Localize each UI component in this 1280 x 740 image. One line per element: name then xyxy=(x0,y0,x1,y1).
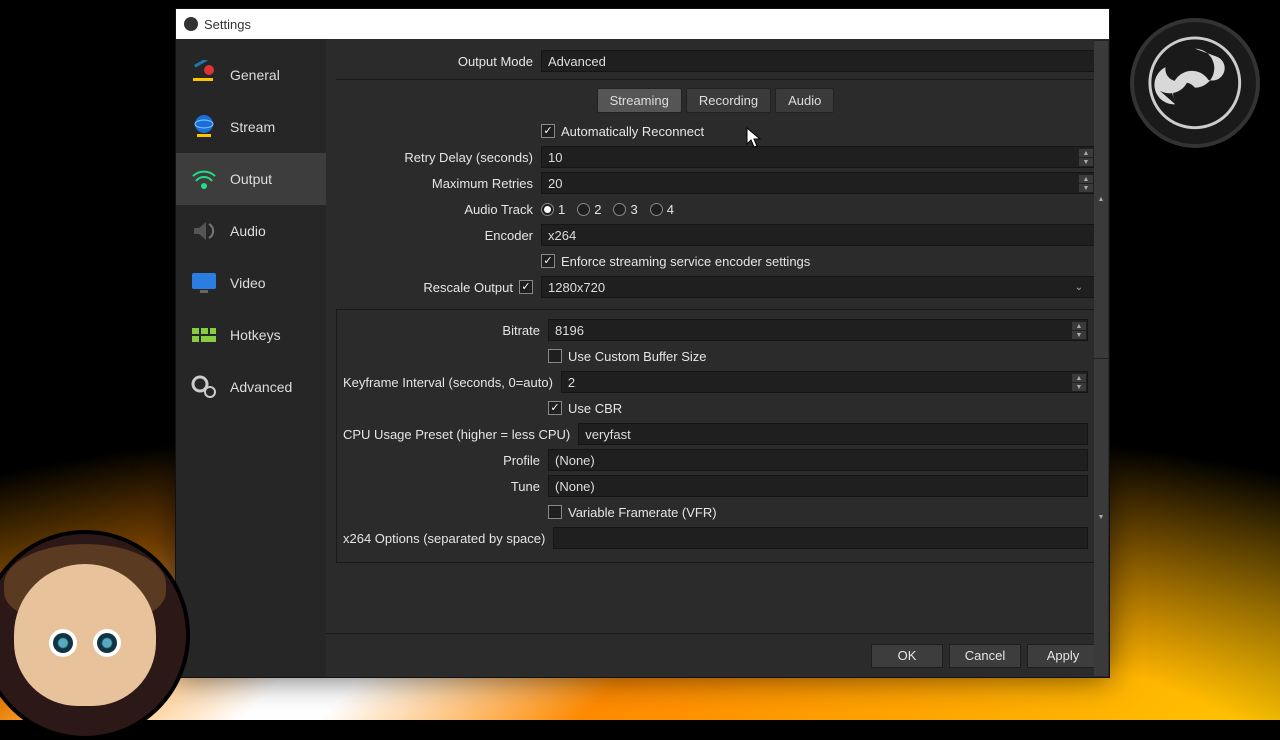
rescale-dropdown[interactable]: 1280x720⌄ xyxy=(541,276,1095,298)
encoder-label: Encoder xyxy=(336,228,541,243)
sidebar-item-label: Advanced xyxy=(230,379,292,395)
custom-buffer-checkbox[interactable] xyxy=(548,349,562,363)
audio-track-2[interactable]: 2 xyxy=(577,202,601,217)
audio-track-4[interactable]: 4 xyxy=(650,202,674,217)
sidebar-item-video[interactable]: Video xyxy=(176,257,326,309)
audio-icon xyxy=(188,215,220,247)
rescale-label: Rescale Output xyxy=(423,280,513,295)
content-pane: Output Mode Advanced Streaming Recording… xyxy=(326,39,1109,677)
x264-opts-input[interactable] xyxy=(553,527,1088,549)
vfr-label: Variable Framerate (VFR) xyxy=(568,505,717,520)
sidebar-item-label: Hotkeys xyxy=(230,327,281,343)
keyframe-label: Keyframe Interval (seconds, 0=auto) xyxy=(343,375,561,390)
retry-delay-input[interactable]: 10▲▼ xyxy=(541,146,1095,168)
sidebar-item-label: Video xyxy=(230,275,266,291)
max-retries-input[interactable]: 20▲▼ xyxy=(541,172,1095,194)
x264-opts-label: x264 Options (separated by space) xyxy=(343,531,553,546)
video-icon xyxy=(188,267,220,299)
profile-label: Profile xyxy=(343,453,548,468)
ok-button[interactable]: OK xyxy=(871,644,943,668)
rescale-checkbox[interactable] xyxy=(519,280,533,294)
vfr-checkbox[interactable] xyxy=(548,505,562,519)
titlebar: Settings xyxy=(176,9,1109,39)
app-icon xyxy=(184,17,198,31)
sidebar-item-label: Stream xyxy=(230,119,275,135)
tab-streaming[interactable]: Streaming xyxy=(597,88,682,113)
apply-button[interactable]: Apply xyxy=(1027,644,1099,668)
sidebar-item-label: General xyxy=(230,67,280,83)
audio-track-label: Audio Track xyxy=(336,202,541,217)
tab-recording[interactable]: Recording xyxy=(686,88,771,113)
output-icon xyxy=(188,163,220,195)
custom-buffer-label: Use Custom Buffer Size xyxy=(568,349,706,364)
bitrate-input[interactable]: 8196▲▼ xyxy=(548,319,1088,341)
encoder-dropdown[interactable]: x264▲▼ xyxy=(541,224,1095,246)
enforce-checkbox[interactable] xyxy=(541,254,555,268)
max-retries-label: Maximum Retries xyxy=(336,176,541,191)
auto-reconnect-checkbox[interactable] xyxy=(541,124,555,138)
use-cbr-checkbox[interactable] xyxy=(548,401,562,415)
tune-label: Tune xyxy=(343,479,548,494)
bitrate-label: Bitrate xyxy=(343,323,548,338)
audio-track-radios: 1 2 3 4 xyxy=(541,202,1095,217)
sidebar-item-general[interactable]: General xyxy=(176,49,326,101)
cpu-preset-dropdown[interactable]: veryfast▲▼ xyxy=(578,423,1088,445)
cancel-button[interactable]: Cancel xyxy=(949,644,1021,668)
output-mode-dropdown[interactable]: Advanced xyxy=(541,50,1095,72)
general-icon xyxy=(188,59,220,91)
encoder-settings-panel: Bitrate 8196▲▼ Use Custom Buffer Size Ke… xyxy=(336,309,1095,563)
tab-audio[interactable]: Audio xyxy=(775,88,834,113)
retry-delay-label: Retry Delay (seconds) xyxy=(336,150,541,165)
sidebar-item-audio[interactable]: Audio xyxy=(176,205,326,257)
settings-window: Settings General Stream Output Audio Vid xyxy=(175,8,1110,678)
advanced-icon xyxy=(188,371,220,403)
audio-track-3[interactable]: 3 xyxy=(613,202,637,217)
cpu-preset-label: CPU Usage Preset (higher = less CPU) xyxy=(343,427,578,442)
output-mode-label: Output Mode xyxy=(336,54,541,69)
sidebar-item-label: Output xyxy=(230,171,272,187)
profile-dropdown[interactable]: (None)▲▼ xyxy=(548,449,1088,471)
hotkeys-icon xyxy=(188,319,220,351)
sidebar-item-hotkeys[interactable]: Hotkeys xyxy=(176,309,326,361)
tune-dropdown[interactable]: (None)▲▼ xyxy=(548,475,1088,497)
dialog-footer: OK Cancel Apply xyxy=(326,633,1109,677)
audio-track-1[interactable]: 1 xyxy=(541,202,565,217)
use-cbr-label: Use CBR xyxy=(568,401,622,416)
chevron-down-icon: ⌄ xyxy=(1070,282,1088,293)
obs-logo-icon xyxy=(1130,18,1260,148)
auto-reconnect-label: Automatically Reconnect xyxy=(561,124,704,139)
sidebar-item-stream[interactable]: Stream xyxy=(176,101,326,153)
enforce-label: Enforce streaming service encoder settin… xyxy=(561,254,810,269)
keyframe-input[interactable]: 2▲▼ xyxy=(561,371,1088,393)
window-title: Settings xyxy=(204,17,251,32)
sidebar-item-label: Audio xyxy=(230,223,266,239)
output-tabs: Streaming Recording Audio xyxy=(336,88,1095,113)
sidebar-item-output[interactable]: Output xyxy=(176,153,326,205)
sidebar-item-advanced[interactable]: Advanced xyxy=(176,361,326,413)
sidebar: General Stream Output Audio Video Hotkey… xyxy=(176,39,326,677)
stream-icon xyxy=(188,111,220,143)
